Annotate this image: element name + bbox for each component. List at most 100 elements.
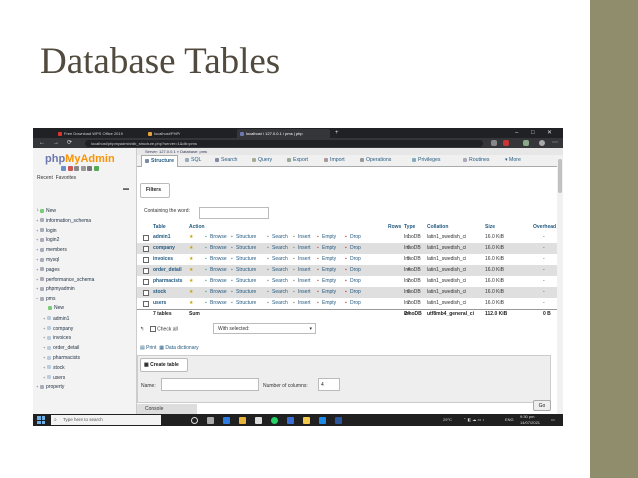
tab-structure[interactable]: Structure xyxy=(141,155,179,167)
chrome-icon[interactable] xyxy=(255,416,262,424)
edge-icon[interactable] xyxy=(223,416,230,424)
row-checkbox[interactable] xyxy=(143,257,149,263)
empty-action-link[interactable]: Empty xyxy=(322,298,336,309)
search-action-link[interactable]: Search xyxy=(272,254,288,265)
tab-export[interactable]: Export xyxy=(287,155,308,166)
columns-input[interactable]: 4 xyxy=(318,378,340,391)
clock-date[interactable]: 14/07/2021 xyxy=(520,420,540,426)
extension-icon[interactable] xyxy=(503,140,509,146)
word-icon[interactable] xyxy=(335,416,342,424)
close-window-button[interactable]: ✕ xyxy=(547,128,552,138)
favorite-star-icon[interactable]: ★ xyxy=(189,276,193,287)
structure-action-link[interactable]: Structure xyxy=(236,232,256,243)
tree-item-db[interactable]: + login xyxy=(36,226,136,236)
tree-item-db-pms[interactable]: − pms xyxy=(36,294,136,304)
table-name-link[interactable]: pharmacists xyxy=(153,276,182,287)
browse-action-link[interactable]: Browse xyxy=(210,265,227,276)
help-icon[interactable] xyxy=(74,166,79,171)
favorite-star-icon[interactable]: ★ xyxy=(189,254,193,265)
empty-action-link[interactable]: Empty xyxy=(322,287,336,298)
tree-item-table[interactable]: + users xyxy=(36,373,136,383)
table-name-link[interactable]: company xyxy=(153,243,175,254)
language-label[interactable]: ENG xyxy=(505,414,514,426)
header-rows[interactable]: Rows xyxy=(388,223,401,232)
cortana-icon[interactable] xyxy=(191,416,198,424)
filter-input[interactable] xyxy=(199,207,269,219)
tree-item-db[interactable]: + members xyxy=(36,245,136,255)
phpmyadmin-logo[interactable]: phpMyAdmin xyxy=(45,153,115,165)
table-name-link[interactable]: order_detail xyxy=(153,265,182,276)
table-name-link[interactable]: admin1 xyxy=(153,232,171,243)
task-view-icon[interactable] xyxy=(207,416,214,424)
structure-action-link[interactable]: Structure xyxy=(236,243,256,254)
back-icon[interactable]: ← xyxy=(39,138,45,148)
url-input[interactable]: localhost/phpmyadmin/db_structure.php?se… xyxy=(85,139,483,147)
search-action-link[interactable]: Search xyxy=(272,298,288,309)
browse-action-link[interactable]: Browse xyxy=(210,276,227,287)
tree-item-table[interactable]: + order_detail xyxy=(36,343,136,353)
tab-sql[interactable]: SQL xyxy=(185,155,201,166)
tree-item-db[interactable]: + property xyxy=(36,382,136,392)
insert-action-link[interactable]: Insert xyxy=(298,287,311,298)
table-name-link[interactable]: invoices xyxy=(153,254,173,265)
row-checkbox[interactable] xyxy=(143,246,149,252)
tab-privileges[interactable]: Privileges xyxy=(412,155,441,166)
insert-action-link[interactable]: Insert xyxy=(298,232,311,243)
check-all-label[interactable]: Check all xyxy=(157,326,178,332)
menu-icon[interactable]: ⋯ xyxy=(552,138,558,148)
empty-action-link[interactable]: Empty xyxy=(322,265,336,276)
drop-action-link[interactable]: Drop xyxy=(350,298,361,309)
browse-action-link[interactable]: Browse xyxy=(210,298,227,309)
tab-search[interactable]: Search xyxy=(215,155,237,166)
home-icon[interactable] xyxy=(61,166,66,171)
scrollbar[interactable] xyxy=(557,155,563,414)
drop-action-link[interactable]: Drop xyxy=(350,265,361,276)
drop-action-link[interactable]: Drop xyxy=(350,232,361,243)
tree-item-table[interactable]: + pharmacists xyxy=(36,353,136,363)
browse-action-link[interactable]: Browse xyxy=(210,287,227,298)
insert-action-link[interactable]: Insert xyxy=(298,265,311,276)
empty-action-link[interactable]: Empty xyxy=(322,254,336,265)
header-size[interactable]: Size xyxy=(485,223,495,232)
forward-icon[interactable]: → xyxy=(53,138,59,148)
settings-icon[interactable] xyxy=(87,166,92,171)
tab-phpmyadmin[interactable]: localhost / 127.0.0.1 / pms | php xyxy=(237,129,330,138)
tree-item-table[interactable]: + admin1 xyxy=(36,314,136,324)
check-all-checkbox[interactable] xyxy=(149,326,156,332)
structure-action-link[interactable]: Structure xyxy=(236,265,256,276)
empty-action-link[interactable]: Empty xyxy=(322,243,336,254)
insert-action-link[interactable]: Insert xyxy=(298,298,311,309)
minimize-button[interactable]: – xyxy=(515,128,518,138)
search-action-link[interactable]: Search xyxy=(272,287,288,298)
favorites-tab[interactable]: Favorites xyxy=(56,175,77,181)
print-link[interactable]: Print xyxy=(146,345,156,351)
row-checkbox[interactable] xyxy=(143,268,149,274)
tree-item-db[interactable]: + login2 xyxy=(36,235,136,245)
taskbar-search-input[interactable]: Type here to search xyxy=(51,415,161,425)
tree-item-db[interactable]: + mysql xyxy=(36,255,136,265)
collapse-icon[interactable]: ▬ xyxy=(123,186,129,192)
table-name-input[interactable] xyxy=(161,378,259,391)
tab-import[interactable]: Import xyxy=(324,155,345,166)
tree-item-new[interactable]: └ New xyxy=(36,206,136,216)
new-tab-button[interactable]: + xyxy=(335,128,339,138)
windows-start-icon[interactable] xyxy=(37,416,45,424)
weather-label[interactable]: 29°C xyxy=(443,414,452,426)
favorite-star-icon[interactable]: ★ xyxy=(189,298,193,309)
tab-wps[interactable]: Free Download WPS Office 2019 xyxy=(55,129,148,138)
drop-action-link[interactable]: Drop xyxy=(350,243,361,254)
search-action-link[interactable]: Search xyxy=(272,243,288,254)
header-table[interactable]: Table xyxy=(153,223,166,232)
whatsapp-icon[interactable] xyxy=(271,416,278,424)
tray-icons[interactable]: ⌃ ◧ ☁ ▭ ♪ xyxy=(463,414,484,426)
tree-item-new-table[interactable]: New xyxy=(36,304,136,314)
search-action-link[interactable]: Search xyxy=(272,232,288,243)
profile-icon[interactable] xyxy=(539,140,545,146)
logout-icon[interactable] xyxy=(67,166,73,171)
recent-tab[interactable]: Recent xyxy=(37,175,53,181)
tree-item-table[interactable]: + invoices xyxy=(36,333,136,343)
insert-action-link[interactable]: Insert xyxy=(298,276,311,287)
browse-action-link[interactable]: Browse xyxy=(210,254,227,265)
notifications-icon[interactable]: ▭ xyxy=(551,414,555,426)
with-selected-select[interactable]: With selected: ▾ xyxy=(213,323,316,334)
